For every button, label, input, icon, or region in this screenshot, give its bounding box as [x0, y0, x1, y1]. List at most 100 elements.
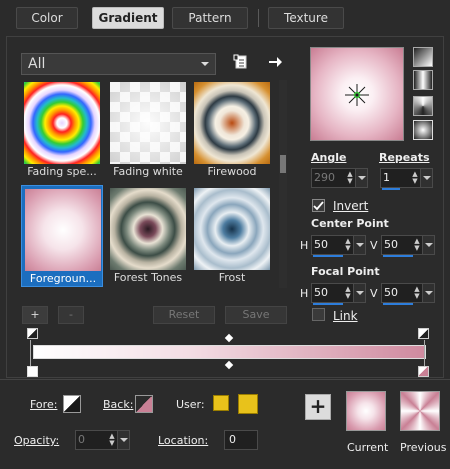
center-h-spinbox[interactable]: 50 ▲ ▼ [311, 235, 366, 257]
back-stop-button[interactable] [135, 395, 153, 413]
preset-firewood[interactable]: Firewood [191, 79, 273, 181]
preset-thumbnail [25, 189, 101, 271]
preset-thumbnail [110, 82, 186, 164]
rectangular-style-icon[interactable] [413, 70, 433, 90]
preset-fading-white[interactable]: Fading white [107, 79, 189, 181]
angle-spinbox[interactable]: 290 ▲ ▼ [311, 168, 368, 188]
stop-fore-icon[interactable] [418, 328, 429, 339]
preset-fading-spectrum[interactable]: Fading spe... [21, 79, 103, 181]
chevron-down-icon[interactable] [117, 431, 129, 449]
invert-checkbox[interactable] [312, 199, 325, 212]
sunburst-style-icon[interactable] [413, 96, 433, 116]
arrow-right-icon[interactable] [266, 53, 284, 71]
chevron-down-icon[interactable] [422, 284, 434, 302]
tab-separator [258, 9, 259, 27]
current-gradient-preview[interactable] [346, 391, 386, 431]
spin-arrows-icon[interactable]: ▲ ▼ [412, 286, 422, 300]
location-field[interactable]: 0 [224, 430, 258, 450]
preset-thumbnail [110, 188, 186, 270]
spin-arrows-icon[interactable]: ▲ ▼ [410, 171, 420, 185]
link-checkbox[interactable] [312, 308, 325, 321]
preset-thumbnail [194, 188, 270, 270]
center-v-slider[interactable] [383, 255, 413, 257]
chevron-down-icon[interactable] [353, 236, 365, 254]
linear-style-icon[interactable] [413, 47, 433, 67]
spin-arrows-icon[interactable]: ▲ ▼ [343, 238, 353, 252]
focal-point-label: Focal Point [311, 265, 380, 278]
center-crosshair-icon[interactable] [345, 84, 369, 106]
preset-category-dropdown[interactable]: All [21, 53, 216, 75]
preset-thumbnail [24, 82, 100, 164]
center-h-label: H [300, 239, 309, 252]
add-preset-button[interactable]: + [22, 306, 48, 324]
focal-v-label: V [370, 287, 378, 300]
preset-foreground-background[interactable]: Foregroun... [21, 185, 103, 287]
repeats-label: Repeats [379, 151, 430, 164]
add-to-swatches-button[interactable]: + [305, 394, 331, 420]
tab-pattern[interactable]: Pattern [172, 7, 248, 29]
preset-forest-tones[interactable]: Forest Tones [107, 185, 189, 287]
preset-thumbnail [194, 82, 270, 164]
focal-h-spinbox[interactable]: 50 ▲ ▼ [311, 283, 366, 305]
preset-label: Fading white [113, 165, 183, 178]
focal-h-slider[interactable] [313, 303, 343, 305]
preset-label: Forest Tones [113, 271, 183, 284]
center-v-value: 50 [384, 238, 398, 251]
repeats-spinbox[interactable]: 1 ▲ ▼ [380, 168, 433, 190]
center-point-label: Center Point [311, 217, 389, 230]
repeats-slider[interactable] [382, 188, 400, 190]
angle-label: Angle [311, 151, 347, 164]
current-label: Current [347, 441, 389, 454]
center-v-spinbox[interactable]: 50 ▲ ▼ [381, 235, 435, 257]
tab-gradient[interactable]: Gradient [92, 7, 164, 29]
chevron-down-icon[interactable] [422, 236, 434, 254]
back-label: Back: [103, 398, 134, 411]
radial-style-icon[interactable] [413, 120, 433, 140]
checkmark-icon [313, 201, 324, 211]
preset-category-value: All [28, 56, 46, 72]
tab-texture[interactable]: Texture [268, 7, 344, 29]
spin-arrows-icon[interactable]: ▲ ▼ [107, 433, 117, 447]
location-label: Location: [158, 434, 209, 447]
center-h-slider[interactable] [313, 255, 343, 257]
repeats-value: 1 [383, 171, 390, 184]
remove-preset-button[interactable]: - [58, 306, 84, 324]
reset-button[interactable]: Reset [153, 306, 215, 324]
opacity-spinbox[interactable]: 0 ▲ ▼ [75, 430, 130, 450]
chevron-down-icon[interactable] [353, 284, 365, 302]
tab-color[interactable]: Color [16, 7, 78, 29]
chevron-down-icon[interactable] [420, 169, 432, 187]
spin-arrows-icon[interactable]: ▲ ▼ [412, 238, 422, 252]
chevron-down-icon [201, 62, 209, 66]
user-color-swatch[interactable] [213, 395, 229, 411]
stop-guide-left [30, 340, 31, 368]
stop-fore-icon[interactable] [27, 328, 38, 339]
location-value: 0 [229, 433, 236, 446]
fore-stop-button[interactable] [63, 395, 81, 413]
spin-arrows-icon[interactable]: ▲ ▼ [343, 286, 353, 300]
focal-h-label: H [300, 287, 309, 300]
preset-scrollbar[interactable] [279, 80, 287, 288]
user-color-button[interactable] [238, 394, 258, 414]
color-stop-start[interactable] [27, 366, 38, 377]
divider [0, 379, 450, 380]
link-label: Link [333, 309, 358, 323]
color-stop-end[interactable] [418, 366, 429, 377]
preset-label: Firewood [207, 165, 257, 178]
scrollbar-thumb[interactable] [280, 155, 286, 173]
gradient-bar[interactable] [33, 345, 426, 359]
spin-arrows-icon[interactable]: ▲ ▼ [345, 171, 355, 185]
user-label: User: [176, 398, 205, 411]
preset-frost[interactable]: Frost [191, 185, 273, 287]
chevron-down-icon[interactable] [355, 169, 367, 187]
preset-options-icon[interactable] [232, 53, 250, 71]
previous-gradient-preview[interactable] [400, 391, 440, 431]
angle-value: 290 [314, 171, 335, 184]
save-preset-button[interactable]: Save [225, 306, 287, 324]
focal-v-value: 50 [384, 286, 398, 299]
stop-guide-right [424, 340, 425, 368]
invert-label: Invert [333, 199, 369, 213]
focal-v-spinbox[interactable]: 50 ▲ ▼ [381, 283, 435, 305]
gradient-preview[interactable] [310, 47, 404, 141]
focal-v-slider[interactable] [383, 303, 413, 305]
